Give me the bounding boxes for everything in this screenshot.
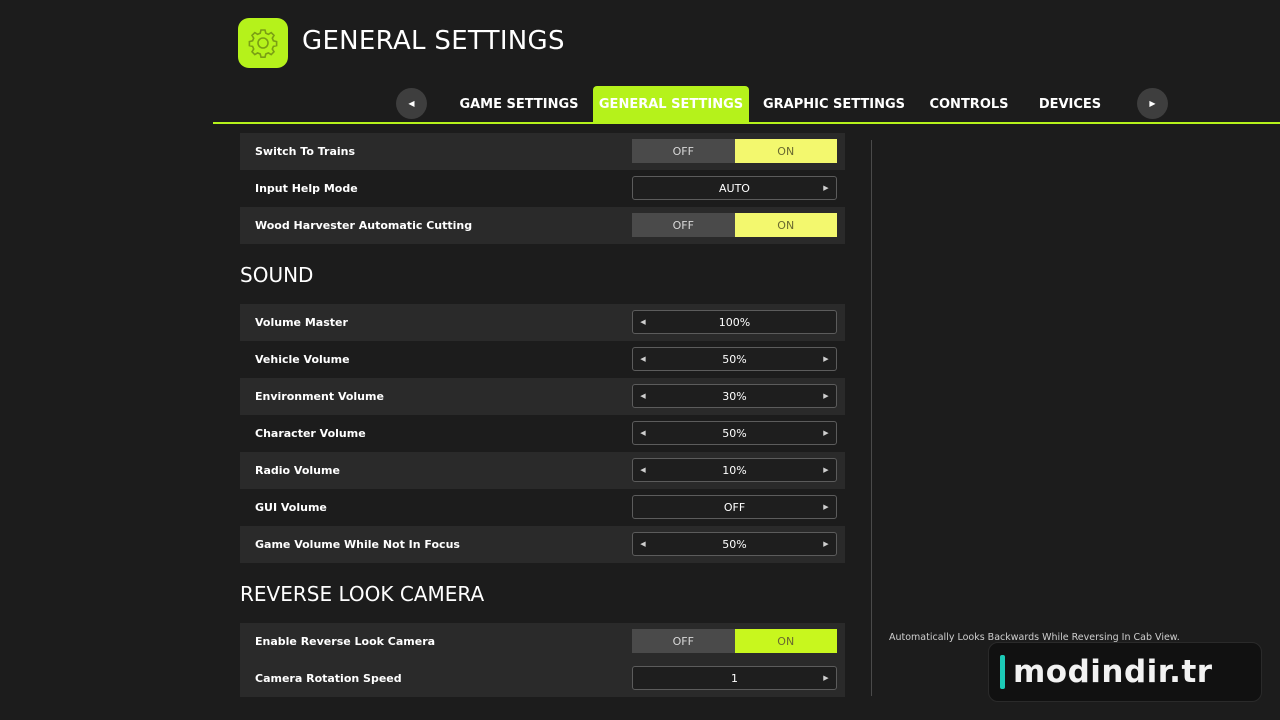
selector-value: 30%: [722, 389, 747, 403]
arrow-right-icon[interactable]: ▶: [818, 177, 834, 199]
toggle-off-option[interactable]: OFF: [632, 213, 735, 237]
setting-label: Vehicle Volume: [255, 353, 350, 366]
gui-volume-selector[interactable]: OFF ▶: [632, 495, 837, 519]
section-heading-sound: SOUND: [240, 263, 314, 287]
switch-to-trains-toggle[interactable]: OFF ON: [632, 139, 837, 163]
toggle-on-option[interactable]: ON: [734, 213, 837, 237]
enable-reverse-look-camera-toggle[interactable]: OFF ON: [632, 629, 837, 653]
game-volume-not-in-focus-selector[interactable]: ◀ 50% ▶: [632, 532, 837, 556]
setting-row-game-volume-not-in-focus: Game Volume While Not In Focus ◀ 50% ▶: [240, 526, 845, 563]
chevron-right-icon: ▶: [1149, 99, 1156, 108]
setting-label: Input Help Mode: [255, 182, 358, 195]
volume-master-selector[interactable]: ◀ 100%: [632, 310, 837, 334]
vehicle-volume-selector[interactable]: ◀ 50% ▶: [632, 347, 837, 371]
arrow-left-icon[interactable]: ◀: [635, 385, 651, 407]
setting-row-environment-volume: Environment Volume ◀ 30% ▶: [240, 378, 845, 415]
arrow-right-icon[interactable]: ▶: [818, 667, 834, 689]
watermark-accent-bar: [1000, 655, 1005, 689]
setting-row-volume-master: Volume Master ◀ 100%: [240, 304, 845, 341]
toggle-off-option[interactable]: OFF: [632, 629, 735, 653]
arrow-right-icon[interactable]: ▶: [818, 459, 834, 481]
setting-label: Character Volume: [255, 427, 366, 440]
chevron-left-icon: ◀: [408, 99, 415, 108]
setting-row-camera-rotation-speed: Camera Rotation Speed 1 ▶: [240, 660, 845, 697]
tab-label: GAME SETTINGS: [459, 97, 579, 112]
character-volume-selector[interactable]: ◀ 50% ▶: [632, 421, 837, 445]
camera-rotation-speed-selector[interactable]: 1 ▶: [632, 666, 837, 690]
input-help-mode-selector[interactable]: AUTO ▶: [632, 176, 837, 200]
tab-label: CONTROLS: [929, 97, 1009, 112]
tab-label: GENERAL SETTINGS: [598, 97, 744, 112]
arrow-left-icon[interactable]: ◀: [635, 533, 651, 555]
selector-value: 50%: [722, 537, 747, 551]
setting-row-input-help-mode: Input Help Mode AUTO ▶: [240, 170, 845, 207]
toggle-on-option[interactable]: ON: [734, 139, 837, 163]
setting-row-wood-harvester: Wood Harvester Automatic Cutting OFF ON: [240, 207, 845, 244]
arrow-left-icon[interactable]: ◀: [635, 311, 651, 333]
selector-value: 50%: [722, 352, 747, 366]
section-heading-reverse-look-camera: REVERSE LOOK CAMERA: [240, 582, 485, 606]
tab-prev-button[interactable]: ◀: [396, 88, 427, 119]
setting-label: Camera Rotation Speed: [255, 672, 402, 685]
arrow-right-icon[interactable]: ▶: [818, 348, 834, 370]
arrow-left-icon[interactable]: ◀: [635, 459, 651, 481]
setting-label: Radio Volume: [255, 464, 340, 477]
tab-controls[interactable]: CONTROLS: [922, 86, 1016, 123]
tab-general-settings[interactable]: GENERAL SETTINGS: [593, 86, 749, 123]
tabs-underline: [213, 122, 1280, 124]
panel-divider: [871, 140, 872, 696]
settings-page-icon: [238, 18, 288, 68]
setting-label: Game Volume While Not In Focus: [255, 538, 460, 551]
selector-value: 10%: [722, 463, 747, 477]
selector-value: 100%: [718, 315, 751, 329]
arrow-left-icon[interactable]: ◀: [635, 348, 651, 370]
wood-harvester-toggle[interactable]: OFF ON: [632, 213, 837, 237]
gear-icon: [248, 29, 278, 58]
arrow-left-icon[interactable]: ◀: [635, 422, 651, 444]
watermark-text: modindir.tr: [1013, 654, 1213, 690]
arrow-right-icon[interactable]: ▶: [818, 496, 834, 518]
setting-row-switch-to-trains: Switch To Trains OFF ON: [240, 133, 845, 170]
tab-next-button[interactable]: ▶: [1137, 88, 1168, 119]
tab-label: GRAPHIC SETTINGS: [762, 97, 906, 112]
setting-row-enable-reverse-look-camera: Enable Reverse Look Camera OFF ON: [240, 623, 845, 660]
setting-row-gui-volume: GUI Volume OFF ▶: [240, 489, 845, 526]
setting-label: Volume Master: [255, 316, 348, 329]
setting-label: Environment Volume: [255, 390, 384, 403]
arrow-right-icon[interactable]: ▶: [818, 385, 834, 407]
setting-row-vehicle-volume: Vehicle Volume ◀ 50% ▶: [240, 341, 845, 378]
arrow-right-icon[interactable]: ▶: [818, 533, 834, 555]
tab-game-settings[interactable]: GAME SETTINGS: [450, 86, 588, 123]
tab-graphic-settings[interactable]: GRAPHIC SETTINGS: [760, 86, 908, 123]
setting-row-character-volume: Character Volume ◀ 50% ▶: [240, 415, 845, 452]
selector-value: OFF: [723, 500, 746, 514]
setting-label: Enable Reverse Look Camera: [255, 635, 436, 648]
arrow-right-icon[interactable]: ▶: [818, 422, 834, 444]
page-title: GENERAL SETTINGS: [302, 26, 565, 56]
toggle-off-option[interactable]: OFF: [632, 139, 735, 163]
selector-value: 1: [731, 671, 738, 685]
setting-row-radio-volume: Radio Volume ◀ 10% ▶: [240, 452, 845, 489]
setting-label: GUI Volume: [255, 501, 327, 514]
setting-label: Wood Harvester Automatic Cutting: [255, 219, 473, 232]
radio-volume-selector[interactable]: ◀ 10% ▶: [632, 458, 837, 482]
setting-label: Switch To Trains: [255, 145, 356, 158]
watermark-logo: modindir.tr: [988, 642, 1262, 702]
selector-value: 50%: [722, 426, 747, 440]
selector-value: AUTO: [719, 181, 750, 195]
tab-label: DEVICES: [1038, 97, 1102, 112]
environment-volume-selector[interactable]: ◀ 30% ▶: [632, 384, 837, 408]
tab-devices[interactable]: DEVICES: [1030, 86, 1110, 123]
toggle-on-option[interactable]: ON: [734, 629, 837, 653]
